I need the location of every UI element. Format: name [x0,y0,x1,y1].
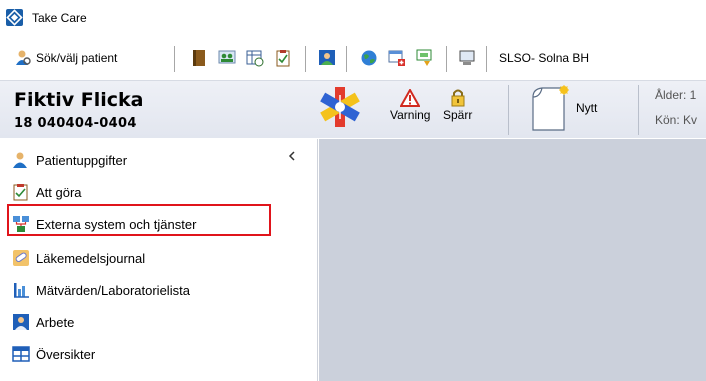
toolbar-separator [305,46,306,72]
patient-age: Ålder: 1 [655,88,697,102]
new-label: Nytt [576,101,598,115]
chevron-left-icon[interactable] [287,149,297,163]
header-separator [638,85,639,135]
staff-button[interactable] [318,47,336,69]
globe-icon [361,50,377,66]
title-bar: Take Care [0,0,706,34]
sidebar-item-oversikter[interactable]: Översikter [12,343,95,365]
chart-icon [14,283,29,298]
transfer-icon [416,49,432,66]
care-team-button[interactable] [218,47,236,69]
lock-button[interactable]: Spärr [443,88,472,122]
checklist-icon [13,184,28,201]
lock-icon [451,89,465,107]
sidebar-item-label: Arbete [36,314,75,330]
alert-symbol-button[interactable] [318,85,362,129]
clipboard-check-icon [276,50,290,67]
sidebar-item-label: Översikter [36,346,96,362]
medical-alert-icon [320,87,360,127]
team-icon [218,50,236,64]
sidebar-item-arbete[interactable]: Arbete [12,311,74,333]
patient-header: Fiktiv Flicka 18 040404-0404 Varning Spä… [0,80,706,138]
take-care-logo-icon [6,9,23,26]
worker-icon [13,314,29,330]
web-button[interactable] [360,47,378,69]
warning-label: Varning [390,108,431,122]
highlight-annotation [7,204,271,236]
sidebar-item-label: Mätvärden/Laboratorielista [36,282,190,298]
sidebar-item-label: Patientuppgifter [36,152,128,168]
book-icon [193,50,205,66]
person-icon [13,152,27,168]
toolbar-separator [446,46,447,72]
unit-label: SLSO- Solna BH [499,51,590,65]
sidebar-item-att-gora[interactable]: Att göra [12,181,82,203]
pill-icon [13,250,29,266]
tasks-button[interactable] [274,47,292,69]
computer-icon [459,50,475,65]
search-patient-label: Sök/välj patient [36,51,118,65]
calendar-clock-icon [246,50,264,67]
sidebar-item-label: Att göra [36,184,82,200]
sidebar-item-label: Läkemedelsjournal [36,250,146,266]
search-patient-button[interactable]: Sök/välj patient [14,47,117,69]
window-add-icon [388,50,405,66]
patient-gender: Kön: Kv [655,113,698,127]
journal-button[interactable] [190,47,208,69]
computer-button[interactable] [458,47,476,69]
unit-selector[interactable]: SLSO- Solna BH [499,47,589,69]
warning-button[interactable]: Varning [390,89,430,122]
window-title: Take Care [32,11,87,25]
patient-name: Fiktiv Flicka [14,89,144,111]
toolbar-separator [346,46,347,72]
toolbar-separator [174,46,175,72]
calendar-button[interactable] [246,47,264,69]
lock-label: Spärr [443,108,473,122]
sidebar-item-lakemedelsjournal[interactable]: Läkemedelsjournal [12,247,145,269]
transfer-button[interactable] [416,47,434,69]
new-document-button[interactable]: Nytt [530,85,597,131]
sidebar-item-patientuppgifter[interactable]: Patientuppgifter [12,149,127,171]
patient-id: 18 040404-0404 [14,116,137,131]
sidebar-item-matvarden[interactable]: Mätvärden/Laboratorielista [12,279,190,301]
new-document-icon [532,85,569,131]
warning-triangle-icon [400,89,421,107]
grid-icon [12,346,30,362]
main-toolbar: Sök/välj patient SLSO- Solna BH [0,40,706,74]
main-content-area [319,139,706,381]
header-separator [508,85,509,135]
person-search-icon [16,50,31,65]
new-window-button[interactable] [388,47,406,69]
worker-icon [319,50,335,65]
navigation-sidebar: Patientuppgifter Att göra Externa system… [0,139,318,381]
toolbar-separator [486,46,487,72]
